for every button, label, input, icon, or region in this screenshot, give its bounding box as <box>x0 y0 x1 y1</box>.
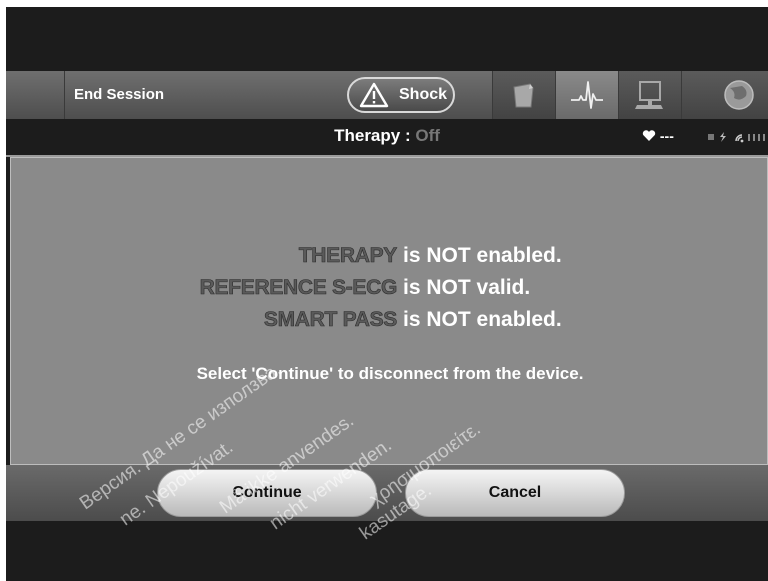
ecg-waveform-icon <box>571 81 603 109</box>
monitor-icon <box>635 81 663 109</box>
continue-button[interactable]: Continue <box>157 469 377 517</box>
message-row: REFERENCE S-ECG is NOT valid. <box>11 276 768 304</box>
signal-strength-icon <box>708 132 765 143</box>
heart-rate-value: --- <box>659 128 674 144</box>
therapy-label: Therapy : <box>334 126 411 145</box>
message-key: SMART PASS <box>263 308 398 332</box>
tab-globe[interactable] <box>682 71 768 119</box>
shock-button[interactable]: Shock <box>347 77 455 113</box>
message-key: THERAPY <box>298 244 397 268</box>
end-session-button[interactable]: End Session <box>66 71 244 119</box>
tab-ecg[interactable] <box>556 71 618 119</box>
top-black-bar <box>6 7 768 71</box>
bottom-black-bar <box>6 521 768 581</box>
message-value: is NOT enabled. <box>403 244 562 267</box>
toolbar: End Session Shock <box>6 71 768 120</box>
warning-icon <box>359 82 389 108</box>
message-panel: THERAPY is NOT enabled. REFERENCE S-ECG … <box>10 157 768 465</box>
heart-icon <box>642 130 656 141</box>
message-row: THERAPY is NOT enabled. <box>11 244 768 272</box>
tab-monitor[interactable] <box>619 71 681 119</box>
cancel-button[interactable]: Cancel <box>405 469 625 517</box>
therapy-value: Off <box>415 126 440 145</box>
device-screen: End Session Shock Therapy: Off --- THER… <box>6 7 768 581</box>
globe-icon <box>724 80 754 110</box>
document-icon <box>513 83 534 108</box>
message-value: is NOT enabled. <box>403 308 562 331</box>
heart-rate-readout: --- <box>642 119 674 153</box>
message-key: REFERENCE S-ECG <box>199 276 397 300</box>
toolbar-separator <box>64 71 65 119</box>
status-bar: Therapy : Off --- <box>6 119 768 157</box>
shock-button-label: Shock <box>399 86 448 103</box>
tab-document[interactable] <box>493 71 555 119</box>
button-bar: Continue Cancel <box>6 465 768 521</box>
message-value: is NOT valid. <box>403 276 531 299</box>
instruction-text: Select 'Continue' to disconnect from the… <box>196 364 584 383</box>
message-row: SMART PASS is NOT enabled. <box>11 308 768 336</box>
